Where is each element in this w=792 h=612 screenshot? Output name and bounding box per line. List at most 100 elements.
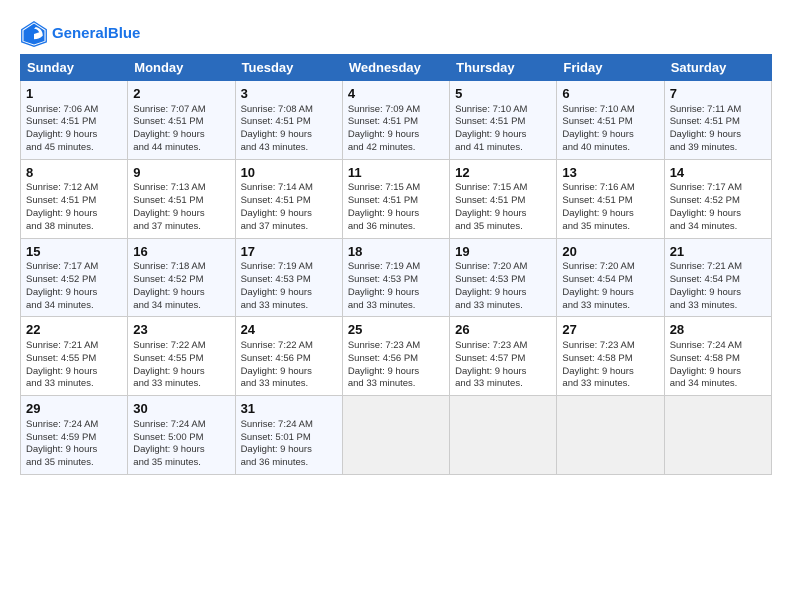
calendar-cell: 21Sunrise: 7:21 AMSunset: 4:54 PMDayligh… [664,238,771,317]
calendar-cell: 16Sunrise: 7:18 AMSunset: 4:52 PMDayligh… [128,238,235,317]
cell-info-line: Sunrise: 7:23 AM [348,340,444,353]
cell-info-line: and 42 minutes. [348,142,444,155]
cell-info-line: Daylight: 9 hours [133,208,229,221]
calendar-cell [664,396,771,475]
day-number: 2 [133,85,229,103]
week-row-2: 15Sunrise: 7:17 AMSunset: 4:52 PMDayligh… [21,238,772,317]
day-number: 26 [455,321,551,339]
week-row-0: 1Sunrise: 7:06 AMSunset: 4:51 PMDaylight… [21,81,772,160]
cell-info-line: Sunrise: 7:16 AM [562,182,658,195]
day-number: 15 [26,243,122,261]
day-number: 22 [26,321,122,339]
cell-info-line: Sunset: 4:51 PM [455,195,551,208]
cell-info-line: Daylight: 9 hours [241,129,337,142]
calendar-table: SundayMondayTuesdayWednesdayThursdayFrid… [20,54,772,475]
cell-info-line: Sunrise: 7:10 AM [455,104,551,117]
cell-info-line: Sunset: 4:54 PM [670,274,766,287]
calendar-cell: 18Sunrise: 7:19 AMSunset: 4:53 PMDayligh… [342,238,449,317]
calendar-cell: 23Sunrise: 7:22 AMSunset: 4:55 PMDayligh… [128,317,235,396]
cell-info-line: Sunrise: 7:15 AM [348,182,444,195]
cell-info-line: Sunrise: 7:14 AM [241,182,337,195]
cell-info-line: and 36 minutes. [241,457,337,470]
cell-info-line: Sunset: 4:51 PM [241,116,337,129]
cell-info-line: Sunset: 5:00 PM [133,432,229,445]
calendar-cell: 31Sunrise: 7:24 AMSunset: 5:01 PMDayligh… [235,396,342,475]
cell-info-line: Daylight: 9 hours [455,366,551,379]
calendar-cell: 6Sunrise: 7:10 AMSunset: 4:51 PMDaylight… [557,81,664,160]
cell-info-line: and 33 minutes. [348,300,444,313]
cell-info-line: and 44 minutes. [133,142,229,155]
cell-info-line: and 33 minutes. [26,378,122,391]
cell-info-line: Daylight: 9 hours [241,208,337,221]
cell-info-line: and 33 minutes. [241,378,337,391]
cell-info-line: Sunset: 4:55 PM [133,353,229,366]
day-number: 5 [455,85,551,103]
cell-info-line: and 36 minutes. [348,221,444,234]
calendar-cell: 15Sunrise: 7:17 AMSunset: 4:52 PMDayligh… [21,238,128,317]
cell-info-line: and 35 minutes. [562,221,658,234]
cell-info-line: and 33 minutes. [562,378,658,391]
calendar-cell: 26Sunrise: 7:23 AMSunset: 4:57 PMDayligh… [450,317,557,396]
logo-text: GeneralBlue [52,25,140,42]
calendar-cell: 22Sunrise: 7:21 AMSunset: 4:55 PMDayligh… [21,317,128,396]
calendar-cell [342,396,449,475]
day-number: 18 [348,243,444,261]
calendar-cell [557,396,664,475]
cell-info-line: Sunrise: 7:20 AM [455,261,551,274]
day-number: 31 [241,400,337,418]
cell-info-line: Daylight: 9 hours [562,129,658,142]
day-number: 19 [455,243,551,261]
cell-info-line: Sunrise: 7:17 AM [26,261,122,274]
cell-info-line: Sunset: 4:57 PM [455,353,551,366]
col-header-thursday: Thursday [450,55,557,81]
calendar-cell [450,396,557,475]
cell-info-line: Sunrise: 7:12 AM [26,182,122,195]
cell-info-line: Daylight: 9 hours [241,287,337,300]
day-number: 13 [562,164,658,182]
cell-info-line: and 40 minutes. [562,142,658,155]
cell-info-line: and 34 minutes. [670,378,766,391]
cell-info-line: Sunrise: 7:22 AM [241,340,337,353]
cell-info-line: Daylight: 9 hours [670,129,766,142]
cell-info-line: Daylight: 9 hours [133,129,229,142]
cell-info-line: Daylight: 9 hours [562,366,658,379]
calendar-cell: 24Sunrise: 7:22 AMSunset: 4:56 PMDayligh… [235,317,342,396]
cell-info-line: Sunset: 4:51 PM [348,116,444,129]
cell-info-line: Daylight: 9 hours [241,366,337,379]
header: GeneralBlue [20,16,772,48]
cell-info-line: and 33 minutes. [455,378,551,391]
cell-info-line: and 34 minutes. [26,300,122,313]
cell-info-line: Sunrise: 7:21 AM [26,340,122,353]
calendar-cell: 25Sunrise: 7:23 AMSunset: 4:56 PMDayligh… [342,317,449,396]
calendar-cell: 14Sunrise: 7:17 AMSunset: 4:52 PMDayligh… [664,159,771,238]
cell-info-line: Daylight: 9 hours [670,366,766,379]
calendar-cell: 13Sunrise: 7:16 AMSunset: 4:51 PMDayligh… [557,159,664,238]
calendar-cell: 8Sunrise: 7:12 AMSunset: 4:51 PMDaylight… [21,159,128,238]
cell-info-line: Daylight: 9 hours [26,444,122,457]
cell-info-line: Sunset: 4:51 PM [241,195,337,208]
cell-info-line: Sunrise: 7:08 AM [241,104,337,117]
cell-info-line: Sunset: 4:51 PM [562,116,658,129]
cell-info-line: Sunset: 4:53 PM [455,274,551,287]
cell-info-line: and 38 minutes. [26,221,122,234]
calendar-cell: 5Sunrise: 7:10 AMSunset: 4:51 PMDaylight… [450,81,557,160]
day-number: 25 [348,321,444,339]
cell-info-line: and 35 minutes. [26,457,122,470]
day-number: 10 [241,164,337,182]
day-number: 28 [670,321,766,339]
calendar-cell: 17Sunrise: 7:19 AMSunset: 4:53 PMDayligh… [235,238,342,317]
calendar-cell: 10Sunrise: 7:14 AMSunset: 4:51 PMDayligh… [235,159,342,238]
cell-info-line: Daylight: 9 hours [670,287,766,300]
cell-info-line: Sunset: 4:52 PM [670,195,766,208]
cell-info-line: Sunset: 4:51 PM [133,116,229,129]
cell-info-line: Daylight: 9 hours [133,366,229,379]
cell-info-line: and 33 minutes. [241,300,337,313]
cell-info-line: Daylight: 9 hours [562,287,658,300]
cell-info-line: Daylight: 9 hours [241,444,337,457]
cell-info-line: Sunset: 4:51 PM [670,116,766,129]
day-number: 16 [133,243,229,261]
week-row-3: 22Sunrise: 7:21 AMSunset: 4:55 PMDayligh… [21,317,772,396]
cell-info-line: and 35 minutes. [455,221,551,234]
cell-info-line: Daylight: 9 hours [26,208,122,221]
cell-info-line: Sunset: 4:56 PM [348,353,444,366]
